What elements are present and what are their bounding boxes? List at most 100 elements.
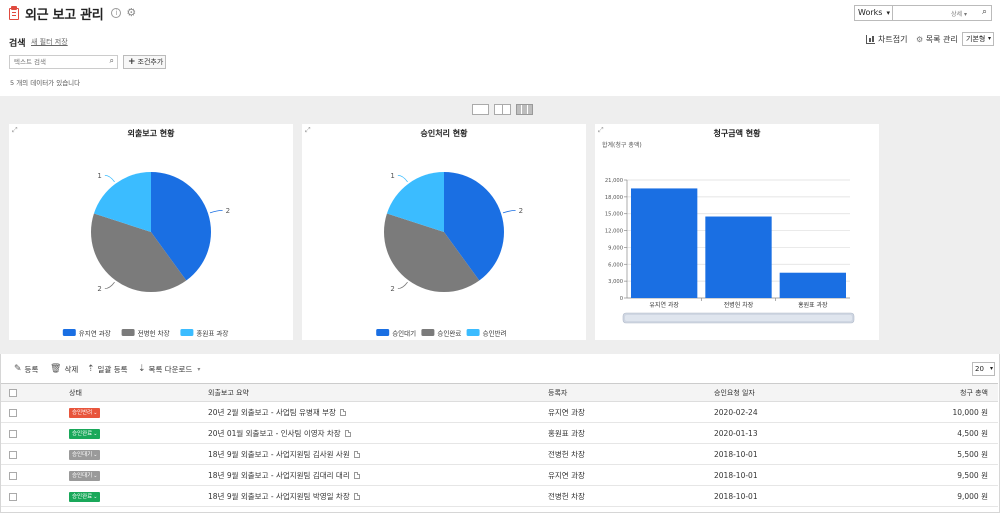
list-manage-label: 목록 관리	[925, 35, 958, 44]
author-cell: 홍원표 과장	[545, 422, 711, 444]
report-summary-link[interactable]: 20년 01월 외출보고 - 인사팀 이영자 차장	[208, 429, 341, 438]
chart-fold-button[interactable]: 차트접기	[866, 34, 907, 45]
gear-icon[interactable]: ⚙	[126, 7, 136, 18]
date-cell: 2020-02-24	[711, 401, 871, 423]
report-summary-link[interactable]: 18년 9월 외출보고 - 사업지원팀 김사원 사원	[208, 450, 350, 459]
info-icon[interactable]: i	[111, 8, 122, 18]
row-checkbox[interactable]	[9, 429, 17, 438]
author-cell: 전병헌 차장	[545, 485, 711, 507]
column-header-summary[interactable]: 외출보고 요약	[205, 383, 545, 402]
legend-label[interactable]: 유지연 과장	[79, 329, 111, 338]
search-detail-toggle[interactable]: 상세 ▾	[951, 9, 967, 18]
bar-chart-claim: 합계(청구 총액) 0 3,000 6,000 9,000 12,000 15,000 18,…	[602, 141, 855, 324]
table-row[interactable]: 승인반려⌄ 20년 2월 외출보고 - 사업팀 유병재 부장 유지연 과장 2020-…	[1, 401, 998, 423]
title-bar: 외근 보고 관리 i ⚙	[8, 4, 136, 23]
page-size-value: 20	[975, 365, 984, 373]
view-type-select[interactable]: 기본형 ▾	[962, 32, 994, 46]
memo-icon[interactable]	[339, 409, 346, 416]
layout-one-column-button[interactable]	[472, 104, 489, 115]
list-manage-button[interactable]: ⚙ 목록 관리	[916, 34, 958, 45]
chevron-down-icon: ▾	[886, 9, 890, 17]
legend-label[interactable]: 승인완료	[437, 329, 461, 338]
y-tick-label: 9,000	[608, 245, 623, 251]
bar[interactable]	[631, 188, 698, 298]
column-header-status[interactable]: 상태	[66, 383, 205, 402]
y-tick-label: 12,000	[605, 229, 623, 235]
legend-label[interactable]: 승인대기	[392, 329, 416, 338]
status-badge-label: 승인완료	[72, 493, 93, 500]
report-summary-link[interactable]: 20년 2월 외출보고 - 사업팀 유병재 부장	[208, 408, 336, 417]
save-new-filter-link[interactable]: 새 필터 저장	[31, 37, 68, 47]
view-type-value: 기본형	[966, 35, 986, 43]
list-toolbar: ✎ 등록 🗑 삭제 ⇡ 일괄 등록 ⇣ 목록 다운로드 ▾	[0, 359, 1000, 381]
pie-chart-approval: 2 2 1 승인대기 승인완료 승인반려	[376, 172, 523, 338]
memo-icon[interactable]	[344, 430, 351, 437]
layout-three-column-button[interactable]	[516, 104, 533, 115]
pie-data-label: 2	[390, 285, 394, 293]
register-label: 등록	[24, 364, 39, 374]
amount-cell: 10,000 원	[871, 401, 998, 423]
pie-data-label: 2	[226, 207, 230, 215]
y-tick-label: 0	[620, 296, 623, 302]
row-checkbox[interactable]	[9, 450, 17, 459]
y-axis-label: 합계(청구 총액)	[602, 141, 642, 149]
legend-label[interactable]: 승인반려	[483, 329, 507, 338]
delete-button[interactable]: 🗑 삭제	[50, 363, 78, 375]
y-tick-label: 21,000	[605, 178, 623, 184]
bar[interactable]	[779, 272, 846, 298]
chevron-down-icon: ▾	[987, 35, 991, 42]
page-size-select[interactable]: 20 ▾	[972, 362, 995, 376]
result-count: 5 개의 데이터가 있습니다	[10, 79, 81, 87]
text-search-box[interactable]: ⌕	[9, 55, 118, 69]
column-header-date[interactable]: 승인요청 일자	[711, 383, 871, 402]
status-badge[interactable]: 승인완료⌄	[69, 428, 101, 439]
chart-scrollbar-thumb[interactable]	[625, 315, 852, 321]
chevron-down-icon: ⌄	[93, 493, 98, 500]
pie-data-label: 2	[97, 285, 101, 293]
page-title: 외근 보고 관리	[25, 7, 104, 23]
legend-swatch	[62, 329, 76, 336]
status-badge[interactable]: 승인완료⌄	[69, 491, 101, 502]
memo-icon[interactable]	[353, 472, 360, 479]
row-checkbox[interactable]	[9, 471, 17, 480]
bar[interactable]	[705, 216, 772, 298]
row-checkbox[interactable]	[9, 408, 17, 417]
date-cell: 2018-10-01	[711, 443, 871, 465]
x-tick-label: 홍원표 과장	[798, 301, 828, 309]
legend-label[interactable]: 전병헌 차장	[138, 329, 170, 338]
works-select[interactable]: Works ▾	[854, 5, 893, 21]
memo-icon[interactable]	[353, 451, 360, 458]
status-badge[interactable]: 승인대기⌄	[69, 449, 101, 460]
table-row[interactable]: 승인완료⌄ 18년 9월 외출보고 - 사업지원팀 박영일 차장 전병헌 차장 201…	[1, 485, 998, 507]
table-row[interactable]: 승인대기⌄ 18년 9월 외출보고 - 사업지원팀 김사원 사원 전병헌 차장 201…	[1, 443, 998, 465]
top-search-input[interactable]: 상세 ▾ ⌕	[893, 5, 992, 21]
bulk-register-label: 일괄 등록	[97, 364, 128, 374]
amount-cell: 9,000 원	[871, 485, 998, 507]
report-summary-link[interactable]: 18년 9월 외출보고 - 사업지원팀 박영일 차장	[208, 492, 350, 501]
search-detail-label: 상세	[951, 11, 963, 18]
bulk-register-button[interactable]: ⇡ 일괄 등록	[87, 363, 128, 375]
table-row[interactable]: 승인대기⌄ 18년 9월 외출보고 - 사업지원팀 김대리 대리 유지연 과장 201…	[1, 464, 998, 486]
status-badge[interactable]: 승인반려⌄	[69, 407, 101, 418]
text-search-input[interactable]	[10, 56, 100, 68]
layout-two-column-button[interactable]	[494, 104, 511, 115]
table-row[interactable]: 승인완료⌄ 20년 01월 외출보고 - 인사팀 이영자 차장 홍원표 과장 2020…	[1, 422, 998, 444]
search-icon[interactable]: ⌕	[982, 7, 987, 17]
list-download-button[interactable]: ⇣ 목록 다운로드 ▾	[138, 363, 200, 375]
amount-cell: 4,500 원	[871, 422, 998, 444]
plus-icon: +	[128, 57, 136, 67]
status-badge[interactable]: 승인대기⌄	[69, 470, 101, 481]
chart-icon	[866, 35, 875, 44]
pie-label-line	[209, 209, 223, 214]
search-icon[interactable]: ⌕	[110, 56, 114, 66]
select-all-checkbox[interactable]	[9, 388, 17, 397]
column-header-author[interactable]: 등록자	[545, 383, 711, 402]
pie-label-line	[502, 209, 516, 214]
report-summary-link[interactable]: 18년 9월 외출보고 - 사업지원팀 김대리 대리	[208, 471, 350, 480]
register-button[interactable]: ✎ 등록	[14, 363, 38, 375]
column-header-amount[interactable]: 청구 총액	[871, 383, 998, 402]
add-condition-button[interactable]: + 조건추가	[123, 55, 166, 69]
row-checkbox[interactable]	[9, 492, 17, 501]
memo-icon[interactable]	[353, 493, 360, 500]
legend-label[interactable]: 홍원표 과장	[196, 329, 228, 338]
